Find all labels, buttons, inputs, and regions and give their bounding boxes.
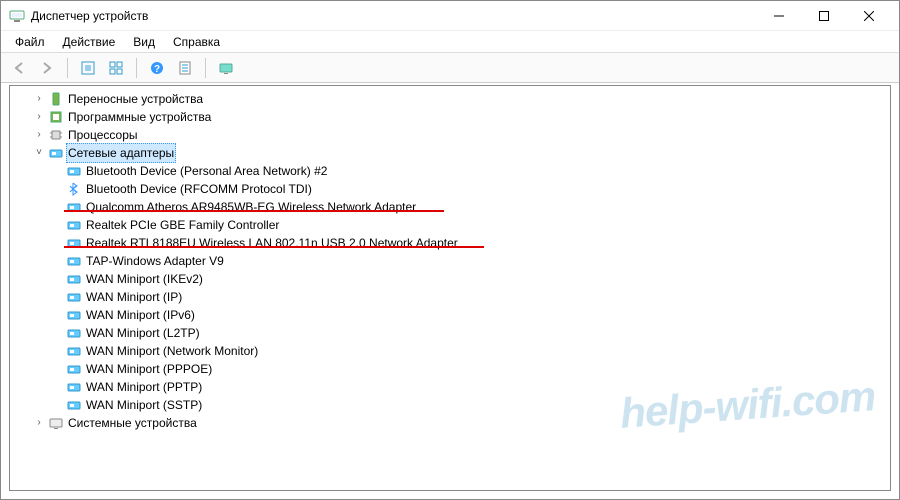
tree-item-network[interactable]: WAN Miniport (IP): [12, 288, 888, 306]
menu-file[interactable]: Файл: [7, 33, 53, 51]
network-adapter-icon: [66, 361, 82, 377]
tree-item-network[interactable]: WAN Miniport (IKEv2): [12, 270, 888, 288]
scan-button[interactable]: [214, 56, 238, 80]
menubar: Файл Действие Вид Справка: [1, 31, 899, 53]
network-adapter-icon: [66, 253, 82, 269]
network-adapter-icon: [66, 271, 82, 287]
menu-view[interactable]: Вид: [125, 33, 163, 51]
tree-label: WAN Miniport (PPPOE): [86, 360, 212, 378]
tree-label: Сетевые адаптеры: [66, 143, 176, 163]
app-icon: [9, 8, 25, 24]
window-title: Диспетчер устройств: [31, 9, 148, 23]
tree-label: WAN Miniport (IPv6): [86, 306, 195, 324]
help-button[interactable]: ?: [145, 56, 169, 80]
menu-help[interactable]: Справка: [165, 33, 228, 51]
network-adapter-icon: [66, 235, 82, 251]
chevron-right-icon: ›: [32, 414, 46, 432]
window-controls: [756, 2, 891, 30]
tree-label: Процессоры: [68, 126, 138, 144]
tree-label: WAN Miniport (Network Monitor): [86, 342, 258, 360]
network-adapter-icon: [66, 289, 82, 305]
tree-item-network[interactable]: Realtek PCIe GBE Family Controller: [12, 216, 888, 234]
network-adapter-icon: [66, 343, 82, 359]
network-adapter-icon: [66, 397, 82, 413]
chevron-right-icon: ›: [32, 90, 46, 108]
tree-item-network[interactable]: Realtek RTL8188EU Wireless LAN 802.11n U…: [12, 234, 888, 252]
tree-item-network[interactable]: WAN Miniport (L2TP): [12, 324, 888, 342]
portable-device-icon: [48, 91, 64, 107]
tree-label: Bluetooth Device (RFCOMM Protocol TDI): [86, 180, 312, 198]
network-adapter-icon: [66, 199, 82, 215]
processor-icon: [48, 127, 64, 143]
bluetooth-icon: [66, 181, 82, 197]
tree-item-network[interactable]: WAN Miniport (IPv6): [12, 306, 888, 324]
tree-label: Программные устройства: [68, 108, 211, 126]
tree-label: WAN Miniport (IP): [86, 288, 182, 306]
properties-button[interactable]: [173, 56, 197, 80]
titlebar: Диспетчер устройств: [1, 1, 899, 31]
device-tree[interactable]: › Переносные устройства › Программные ус…: [9, 85, 891, 491]
chevron-down-icon: ˅: [32, 144, 46, 162]
network-adapter-icon: [66, 217, 82, 233]
network-adapter-icon: [66, 163, 82, 179]
tree-label: Системные устройства: [68, 414, 197, 432]
tree-item-network[interactable]: Bluetooth Device (RFCOMM Protocol TDI): [12, 180, 888, 198]
tree-category-system[interactable]: › Системные устройства: [12, 414, 888, 432]
tree-item-network[interactable]: Qualcomm Atheros AR9485WB-EG Wireless Ne…: [12, 198, 888, 216]
tree-item-network[interactable]: WAN Miniport (SSTP): [12, 396, 888, 414]
tree-label: WAN Miniport (PPTP): [86, 378, 202, 396]
network-adapter-icon: [66, 325, 82, 341]
tree-label: Переносные устройства: [68, 90, 203, 108]
tree-label: WAN Miniport (L2TP): [86, 324, 200, 342]
network-adapter-icon: [66, 379, 82, 395]
forward-button[interactable]: [35, 56, 59, 80]
svg-text:?: ?: [154, 64, 160, 75]
network-adapter-icon: [48, 145, 64, 161]
tree-label: Qualcomm Atheros AR9485WB-EG Wireless Ne…: [86, 198, 416, 216]
toolbar: ?: [1, 53, 899, 83]
toolbar-separator: [205, 58, 206, 78]
minimize-button[interactable]: [756, 2, 801, 30]
system-device-icon: [48, 415, 64, 431]
show-hidden-button[interactable]: [76, 56, 100, 80]
tree-item-network[interactable]: TAP-Windows Adapter V9: [12, 252, 888, 270]
tree-category-portable[interactable]: › Переносные устройства: [12, 90, 888, 108]
tree-label: WAN Miniport (SSTP): [86, 396, 202, 414]
tree-item-network[interactable]: WAN Miniport (Network Monitor): [12, 342, 888, 360]
tree-category-processors[interactable]: › Процессоры: [12, 126, 888, 144]
tree-item-network[interactable]: WAN Miniport (PPTP): [12, 378, 888, 396]
view-button[interactable]: [104, 56, 128, 80]
tree-item-network[interactable]: Bluetooth Device (Personal Area Network)…: [12, 162, 888, 180]
network-adapter-icon: [66, 307, 82, 323]
tree-category-software[interactable]: › Программные устройства: [12, 108, 888, 126]
tree-label: Realtek PCIe GBE Family Controller: [86, 216, 279, 234]
menu-action[interactable]: Действие: [55, 33, 124, 51]
chevron-right-icon: ›: [32, 126, 46, 144]
tree-label: Bluetooth Device (Personal Area Network)…: [86, 162, 327, 180]
back-button[interactable]: [7, 56, 31, 80]
maximize-button[interactable]: [801, 2, 846, 30]
tree-category-network[interactable]: ˅ Сетевые адаптеры: [12, 144, 888, 162]
tree-item-network[interactable]: WAN Miniport (PPPOE): [12, 360, 888, 378]
tree-label: TAP-Windows Adapter V9: [86, 252, 224, 270]
toolbar-separator: [136, 58, 137, 78]
tree-label: WAN Miniport (IKEv2): [86, 270, 203, 288]
chevron-right-icon: ›: [32, 108, 46, 126]
toolbar-separator: [67, 58, 68, 78]
close-button[interactable]: [846, 2, 891, 30]
tree-label: Realtek RTL8188EU Wireless LAN 802.11n U…: [86, 234, 458, 252]
software-device-icon: [48, 109, 64, 125]
